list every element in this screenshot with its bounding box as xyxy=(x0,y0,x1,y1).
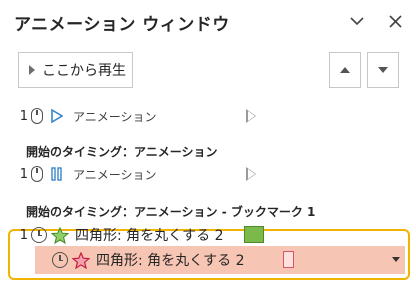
group-heading: 開始のタイミング：アニメーション xyxy=(26,145,218,159)
animation-item[interactable]: 1 四角形: 角を丸くする 2 xyxy=(14,223,404,247)
play-from-button[interactable]: ここから再生 xyxy=(18,52,133,88)
item-label: 四角形: 角を丸くする 2 xyxy=(75,228,224,244)
play-icon xyxy=(29,65,35,75)
dropdown-arrow-icon[interactable] xyxy=(392,257,400,262)
play-from-label: ここから再生 xyxy=(42,63,126,79)
animation-item-selected[interactable]: 四角形: 角を丸くする 2 xyxy=(14,248,404,272)
item-label: アニメーション xyxy=(73,109,157,124)
group-heading: 開始のタイミング：アニメーション - ブックマーク 1 xyxy=(26,205,316,219)
green-star-icon xyxy=(51,226,69,244)
timeline-trigger-icon xyxy=(246,109,256,123)
timeline-trigger-icon xyxy=(246,167,256,181)
clock-icon xyxy=(31,227,47,243)
pause-icon xyxy=(51,167,63,181)
red-star-icon xyxy=(72,251,90,269)
item-label: 四角形: 角を丸くする 2 xyxy=(96,253,245,269)
mouse-icon xyxy=(31,108,43,124)
move-down-icon xyxy=(378,67,388,73)
item-label: アニメーション xyxy=(73,167,157,182)
animation-item[interactable]: 1 アニメーション xyxy=(14,162,404,186)
close-icon[interactable] xyxy=(383,10,407,32)
mouse-icon xyxy=(31,166,43,182)
move-up-icon xyxy=(340,67,350,73)
animation-pane: アニメーション ウィンドウ ここから再生 1 アニメーション 開始のタイミング：… xyxy=(0,0,416,285)
timeline-bar xyxy=(283,251,294,268)
animation-item[interactable]: 1 アニメーション xyxy=(14,104,404,128)
move-down-button[interactable] xyxy=(367,52,399,88)
pane-title: アニメーション ウィンドウ xyxy=(14,15,230,35)
move-up-button[interactable] xyxy=(329,52,361,88)
chevron-down-icon[interactable] xyxy=(345,10,369,32)
item-number: 1 xyxy=(19,108,28,124)
timeline-bar xyxy=(244,226,264,243)
item-number: 1 xyxy=(19,227,28,243)
clock-icon xyxy=(52,252,68,268)
play-triangle-icon xyxy=(51,109,63,123)
item-number: 1 xyxy=(19,166,28,182)
